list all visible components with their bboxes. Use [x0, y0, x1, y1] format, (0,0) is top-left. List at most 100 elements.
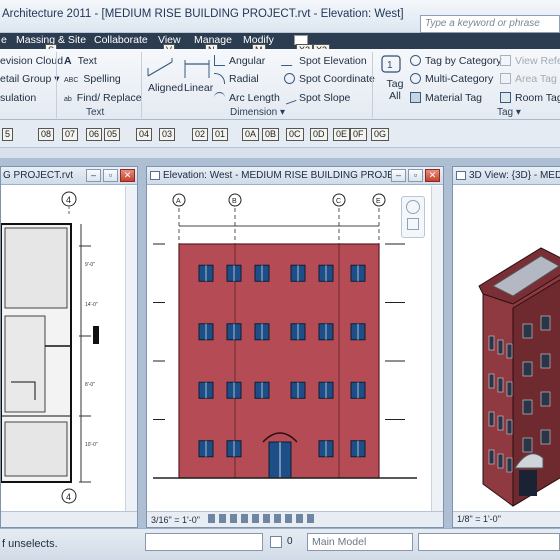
- multi-category-button[interactable]: Multi-Category: [410, 73, 493, 85]
- close-button[interactable]: ✕: [120, 169, 135, 182]
- keytip: 0B: [262, 128, 280, 141]
- insulation-button[interactable]: sulation: [0, 92, 36, 104]
- spot-elevation-button[interactable]: Spot Elevation: [280, 55, 367, 67]
- floor-plan-view-window[interactable]: G PROJECT.rvt – ▫ ✕ 4 9'-0" 14'-0" 8'-0"…: [0, 166, 138, 528]
- window: [522, 437, 533, 453]
- spelling-abc-icon: ABC: [64, 77, 79, 84]
- steering-wheel-icon[interactable]: [406, 200, 420, 214]
- status-bar: f unselects. 0 Main Model: [0, 528, 560, 560]
- tag-panel-label[interactable]: Tag ▾: [497, 107, 521, 118]
- radial-button[interactable]: Radial: [214, 73, 259, 85]
- panel-divider: [56, 52, 57, 118]
- tab-collaborate[interactable]: Collaborate: [94, 34, 148, 46]
- restore-button[interactable]: ▫: [408, 169, 423, 182]
- view-reference-button[interactable]: View Refer: [500, 55, 560, 67]
- view-scale[interactable]: 1/8" = 1'-0": [457, 514, 501, 524]
- angular-button[interactable]: Angular: [214, 55, 265, 67]
- radial-icon: [214, 73, 225, 84]
- main-model-selector[interactable]: Main Model: [307, 533, 413, 551]
- 3d-view-window[interactable]: 3D View: {3D} - MEDIU 1/8" = 1'-0": [452, 166, 560, 528]
- keytip: 03: [159, 128, 176, 141]
- multi-category-label: Multi-Category: [425, 73, 494, 85]
- elevation-view-window[interactable]: Elevation: West - MEDIUM RISE BUILDING P…: [146, 166, 444, 528]
- keytip: 0E: [333, 128, 351, 141]
- entry-door: [519, 470, 537, 496]
- window: [488, 373, 495, 389]
- window: [488, 411, 495, 427]
- minimize-button[interactable]: –: [86, 169, 101, 182]
- 3d-model-drawing[interactable]: [453, 186, 560, 511]
- keytip: 07: [62, 128, 79, 141]
- quick-access-keytip-row: 5 08 07 06 05 04 03 02 01 0A 0B 0C 0D 0E…: [0, 120, 560, 148]
- tag-by-category-icon: [410, 55, 421, 66]
- revision-cloud-label: evision Cloud: [0, 55, 64, 67]
- view-title: G PROJECT.rvt: [3, 170, 74, 181]
- arc-length-icon: [214, 92, 225, 103]
- text-a-icon: A: [64, 55, 72, 67]
- window: [540, 353, 551, 369]
- close-button[interactable]: ✕: [425, 169, 440, 182]
- status-field[interactable]: [418, 533, 560, 551]
- window: [497, 339, 504, 355]
- status-field[interactable]: [145, 533, 263, 551]
- chevron-down-icon: ▾: [280, 107, 286, 118]
- window: [522, 361, 533, 377]
- area-tag-button[interactable]: Area Tag: [500, 73, 557, 85]
- keytip: 0C: [286, 128, 304, 141]
- spot-coordinate-icon: [284, 73, 295, 84]
- text-button[interactable]: A Text: [64, 55, 97, 67]
- room-tag-button[interactable]: Room Tag: [500, 92, 560, 104]
- window: [540, 315, 551, 331]
- aligned-dim-icon: [146, 58, 176, 83]
- keytip: 05: [104, 128, 121, 141]
- window: [488, 449, 495, 465]
- tag-all-button[interactable]: Tag All: [383, 78, 407, 102]
- status-text: f unselects.: [2, 538, 58, 550]
- window: [506, 343, 513, 359]
- spelling-button[interactable]: ABC Spelling: [64, 73, 121, 85]
- room-tag-label: Room Tag: [515, 92, 560, 104]
- minimize-button[interactable]: –: [391, 169, 406, 182]
- worksets-icon[interactable]: [270, 536, 282, 548]
- elevation-view-icon: [150, 171, 160, 180]
- vertical-scrollbar[interactable]: [125, 186, 137, 511]
- dimension-text: 14'-0": [85, 302, 98, 308]
- restore-button[interactable]: ▫: [103, 169, 118, 182]
- spot-coordinate-button[interactable]: Spot Coordinate: [284, 73, 375, 85]
- angular-icon: [214, 55, 225, 66]
- detail-group-button[interactable]: etail Group ▾: [0, 73, 60, 85]
- tag-all-icon: 1: [381, 53, 403, 78]
- vertical-scrollbar[interactable]: [431, 186, 443, 511]
- grid-bubble-label: 4: [66, 195, 71, 205]
- area-tag-label: Area Tag: [515, 73, 557, 85]
- spot-coordinate-label: Spot Coordinate: [299, 73, 375, 85]
- angular-label: Angular: [229, 55, 266, 67]
- tag-by-category-label: Tag by Category: [425, 55, 502, 67]
- window-title: Architecture 2011 - [MEDIUM RISE BUILDIN…: [2, 8, 404, 20]
- spot-slope-icon: [282, 90, 297, 105]
- tag-by-category-button[interactable]: Tag by Category: [410, 55, 501, 67]
- revision-cloud-button[interactable]: evision Cloud: [0, 55, 63, 67]
- arc-length-button[interactable]: Arc Length: [214, 92, 280, 104]
- dimension-panel-label[interactable]: Dimension ▾: [230, 107, 285, 118]
- view-scale[interactable]: 3/16" = 1'-0": [151, 515, 200, 525]
- keytip: 0F: [350, 128, 367, 141]
- window: [506, 381, 513, 397]
- window: [497, 415, 504, 431]
- navigation-bar[interactable]: [401, 196, 425, 238]
- elevation-drawing[interactable]: ABCE: [147, 186, 431, 511]
- tab-fragment[interactable]: e: [1, 34, 7, 46]
- grid-bubble-label: A: [176, 198, 181, 205]
- floor-plan-drawing[interactable]: 4 9'-0" 14'-0" 8'-0" 10'-0" 4: [1, 186, 125, 511]
- zoom-icon[interactable]: [407, 218, 419, 230]
- linear-button[interactable]: Linear: [184, 82, 213, 94]
- aligned-button[interactable]: Aligned: [148, 82, 183, 94]
- find-replace-button[interactable]: ab Find/ Replace: [64, 92, 142, 104]
- window: [540, 391, 551, 407]
- view-control-icons[interactable]: [208, 514, 319, 523]
- spot-slope-button[interactable]: Spot Slope: [282, 90, 350, 105]
- search-input[interactable]: Type a keyword or phrase: [420, 15, 560, 33]
- window: [497, 453, 504, 469]
- keytip: 06: [86, 128, 103, 141]
- material-tag-button[interactable]: Material Tag: [410, 92, 482, 104]
